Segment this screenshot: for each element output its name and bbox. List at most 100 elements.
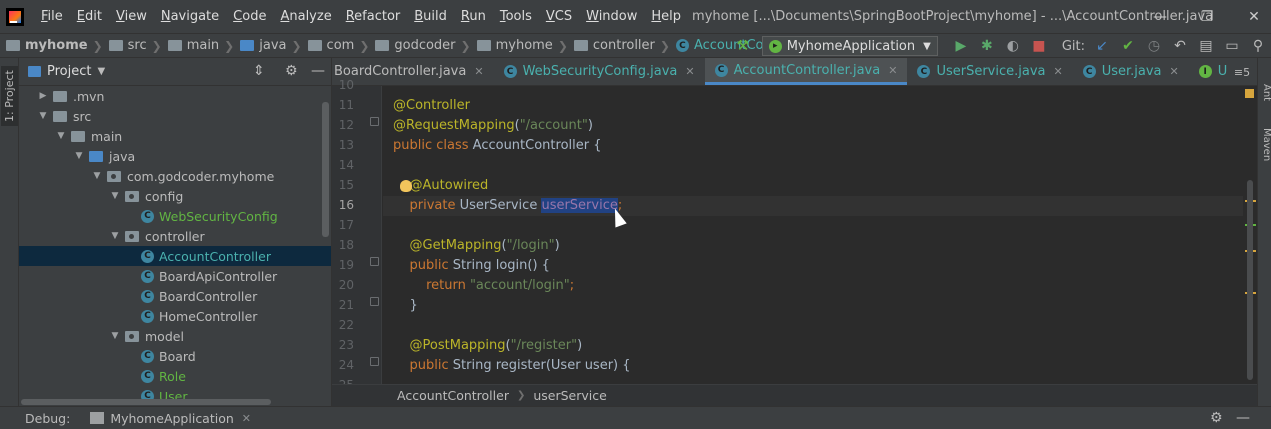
close-tab-icon[interactable]: ✕ bbox=[1170, 65, 1179, 78]
menu-navigate[interactable]: Navigate bbox=[154, 9, 226, 24]
close-window-button[interactable]: ✕ bbox=[1231, 0, 1271, 33]
tree-item[interactable]: ▼ java bbox=[19, 146, 331, 166]
editor-tab[interactable]: C WebSecurityConfig.java ✕ bbox=[494, 58, 705, 85]
fold-icon[interactable] bbox=[370, 357, 379, 366]
tree-item[interactable]: ▼ com.godcoder.myhome bbox=[19, 166, 331, 186]
chevron-down-icon[interactable]: ▼ bbox=[109, 191, 121, 201]
menu-tools[interactable]: Tools bbox=[493, 9, 539, 24]
chevron-right-icon: ❯ bbox=[92, 38, 103, 53]
tree-item[interactable]: C Board bbox=[19, 346, 331, 366]
history-icon[interactable]: ◷ bbox=[1141, 34, 1167, 58]
gear-icon[interactable]: ⚙ bbox=[285, 63, 298, 79]
tree-item[interactable]: ▼ src bbox=[19, 106, 331, 126]
menu-refactor[interactable]: Refactor bbox=[339, 9, 408, 24]
tabs-overflow-button[interactable]: ≡5 bbox=[1227, 58, 1257, 85]
tree-item[interactable]: C Role bbox=[19, 366, 331, 386]
close-tab-icon[interactable]: ✕ bbox=[1053, 65, 1062, 78]
tree-item[interactable]: C BoardController bbox=[19, 286, 331, 306]
tree-item[interactable]: ▼ controller bbox=[19, 226, 331, 246]
terminal-icon[interactable]: ▭ bbox=[1219, 34, 1245, 58]
breadcrumb-controller[interactable]: controller ❯ bbox=[568, 38, 670, 53]
collapse-all-icon[interactable]: ⇕ bbox=[253, 63, 265, 79]
project-scrollbar[interactable] bbox=[322, 102, 329, 237]
rollback-icon[interactable]: ↶ bbox=[1167, 34, 1193, 58]
menu-window[interactable]: Window bbox=[579, 9, 644, 24]
editor-tab[interactable]: C UserService.java ✕ bbox=[907, 58, 1072, 85]
restore-button[interactable]: ❐ bbox=[1184, 0, 1230, 33]
editor-tab[interactable]: C User.java ✕ bbox=[1073, 58, 1189, 85]
tree-item[interactable]: C WebSecurityConfig bbox=[19, 206, 331, 226]
close-debug-tab-icon[interactable]: ✕ bbox=[242, 412, 251, 425]
fold-icon[interactable] bbox=[370, 257, 379, 266]
chevron-down-icon[interactable]: ▼ bbox=[73, 151, 85, 161]
menu-view[interactable]: View bbox=[109, 9, 154, 24]
chevron-down-icon[interactable]: ▼ bbox=[97, 66, 105, 77]
fold-icon[interactable] bbox=[370, 297, 379, 306]
debug-icon[interactable]: ✱ bbox=[974, 34, 1000, 58]
fold-icon[interactable] bbox=[370, 117, 379, 126]
menu-build[interactable]: Build bbox=[407, 9, 454, 24]
tree-item[interactable]: ▶ .mvn bbox=[19, 86, 331, 106]
chevron-down-icon[interactable]: ▼ bbox=[91, 171, 103, 181]
git-update-icon[interactable]: ↙ bbox=[1089, 34, 1115, 58]
gear-icon[interactable]: ⚙ bbox=[1210, 410, 1223, 426]
menu-code[interactable]: Code bbox=[226, 9, 273, 24]
menu-edit[interactable]: Edit bbox=[70, 9, 109, 24]
project-structure-icon[interactable]: ▤ bbox=[1193, 34, 1219, 58]
chevron-down-icon[interactable]: ▼ bbox=[55, 131, 67, 141]
tree-item[interactable]: C AccountController bbox=[19, 246, 331, 266]
close-tab-icon[interactable]: ✕ bbox=[474, 65, 483, 78]
lightbulb-icon[interactable] bbox=[400, 180, 412, 192]
menu-file[interactable]: File bbox=[34, 9, 70, 24]
project-panel-title[interactable]: Project bbox=[47, 64, 91, 79]
code-editor[interactable]: @Controller @RequestMapping("/account") … bbox=[383, 86, 1243, 384]
tree-item[interactable]: ▼ model bbox=[19, 326, 331, 346]
editor-tab[interactable]: BoardController.java ✕ bbox=[332, 58, 494, 85]
breadcrumb-java[interactable]: java ❯ bbox=[234, 38, 302, 53]
project-horizontal-scrollbar[interactable] bbox=[19, 398, 331, 406]
breadcrumb-main[interactable]: main ❯ bbox=[162, 38, 235, 53]
close-tab-icon[interactable]: ✕ bbox=[888, 64, 897, 77]
minimize-button[interactable]: — bbox=[1137, 0, 1183, 33]
hide-panel-icon[interactable]: — bbox=[1236, 410, 1250, 426]
editor-crumb-field[interactable]: userService bbox=[533, 388, 606, 403]
class-icon: C bbox=[141, 289, 154, 303]
chevron-right-icon[interactable]: ▶ bbox=[37, 91, 49, 101]
tree-item[interactable]: ▼ main bbox=[19, 126, 331, 146]
run-icon[interactable]: ▶ bbox=[948, 34, 974, 58]
git-commit-icon[interactable]: ✔ bbox=[1115, 34, 1141, 58]
maven-tool-tab[interactable]: Maven bbox=[1259, 128, 1271, 161]
menu-analyze[interactable]: Analyze bbox=[273, 9, 338, 24]
chevron-right-icon: ❯ bbox=[224, 38, 235, 53]
hide-panel-icon[interactable]: — bbox=[311, 63, 325, 79]
close-tab-icon[interactable]: ✕ bbox=[685, 65, 694, 78]
menu-vcs[interactable]: VCS bbox=[539, 9, 579, 24]
stop-icon[interactable]: ■ bbox=[1026, 34, 1052, 58]
editor-scrollbar[interactable] bbox=[1247, 180, 1253, 380]
project-tool-tab[interactable]: 1: Project bbox=[1, 66, 18, 126]
ant-tool-tab[interactable]: Ant bbox=[1259, 84, 1271, 101]
tree-item[interactable]: ▼ config bbox=[19, 186, 331, 206]
breadcrumb-myhome-pkg[interactable]: myhome ❯ bbox=[471, 38, 568, 53]
warning-icon[interactable] bbox=[1245, 89, 1254, 98]
editor-crumb-class[interactable]: AccountController bbox=[397, 388, 509, 403]
tree-item[interactable]: C BoardApiController bbox=[19, 266, 331, 286]
search-icon[interactable]: ⚲ bbox=[1245, 34, 1271, 58]
breadcrumb-com[interactable]: com ❯ bbox=[302, 38, 369, 53]
menu-run[interactable]: Run bbox=[454, 9, 493, 24]
chevron-down-icon[interactable]: ▼ bbox=[109, 231, 121, 241]
tree-item-label: AccountController bbox=[159, 248, 271, 264]
breadcrumb-myhome[interactable]: myhome ❯ bbox=[0, 38, 103, 53]
breadcrumb-src[interactable]: src ❯ bbox=[103, 38, 162, 53]
chevron-down-icon[interactable]: ▼ bbox=[37, 111, 49, 121]
tree-item[interactable]: C HomeController bbox=[19, 306, 331, 326]
menu-help[interactable]: Help bbox=[644, 9, 688, 24]
chevron-down-icon[interactable]: ▼ bbox=[109, 331, 121, 341]
editor-tab[interactable]: C AccountController.java ✕ bbox=[704, 58, 908, 85]
build-hammer-icon[interactable]: ⚒ bbox=[730, 34, 756, 58]
chevron-right-icon: ❯ bbox=[659, 38, 670, 53]
run-configuration-select[interactable]: ▸ MyhomeApplication ▼ bbox=[761, 36, 938, 56]
debug-config-tab[interactable]: MyhomeApplication bbox=[110, 411, 233, 426]
coverage-icon[interactable]: ◐ bbox=[1000, 34, 1026, 58]
breadcrumb-godcoder[interactable]: godcoder ❯ bbox=[369, 38, 471, 53]
